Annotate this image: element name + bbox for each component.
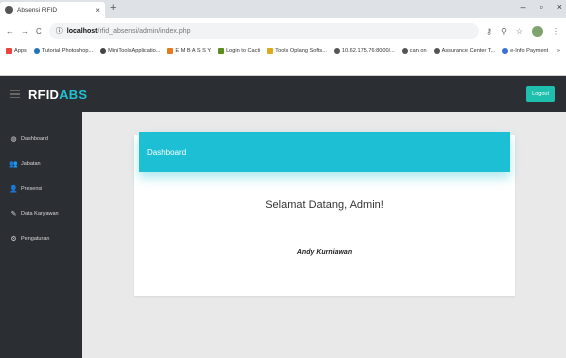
gear-icon: ⚙ (10, 235, 17, 243)
zoom-icon[interactable]: ⚲ (501, 27, 507, 36)
tab-title: Absensi RFID (17, 6, 58, 14)
card-header: Dashboard (139, 132, 510, 172)
sidebar-item-presensi[interactable]: 👤 Presensi (0, 176, 82, 201)
sidebar-item-label: Data Karyawan (21, 210, 59, 217)
reload-icon[interactable]: C (36, 27, 42, 36)
bookmark-icon (267, 48, 274, 54)
bookmark-icon (218, 48, 225, 54)
url-bar[interactable]: ⓘ localhost/rfid_absensi/admin/index.php (48, 23, 480, 39)
bookmark-icon (502, 48, 509, 54)
maximize-button[interactable]: ▫ (540, 2, 543, 12)
globe-icon (333, 48, 340, 54)
bookmark-item[interactable]: Login to Cacti (218, 48, 260, 54)
bookmarks-more-button[interactable]: » (557, 48, 560, 54)
sidebar-item-dashboard[interactable]: ◍ Dashboard (0, 126, 82, 151)
minimize-button[interactable]: – (521, 2, 526, 12)
bookmark-item[interactable]: MiniToolsApplicatio... (100, 48, 160, 54)
extension-icon[interactable] (532, 25, 543, 37)
hamburger-menu-icon[interactable] (10, 89, 20, 99)
bookmarks-bar: Apps Tutorial Photoshop... MiniToolsAppl… (0, 44, 566, 76)
url-host: localhost (66, 27, 98, 35)
sidebar-item-label: Pengaturan (21, 235, 50, 242)
brand-logo[interactable]: RFIDABS (28, 87, 87, 102)
dashboard-icon: ◍ (10, 135, 17, 143)
bookmark-apps[interactable]: Apps (6, 48, 27, 54)
forward-arrow-icon[interactable]: → (21, 27, 29, 36)
sidebar-item-label: Dashboard (21, 135, 48, 142)
browser-tab[interactable]: Absensi RFID × (0, 2, 105, 18)
back-arrow-icon[interactable]: ← (6, 27, 14, 36)
url-path: /rfid_absensi/admin/index.php (97, 27, 191, 35)
app-header: RFIDABS Logout (0, 76, 566, 112)
toolbar-right-icons: ⚷ ⚲ ☆ ⋮ (486, 25, 560, 37)
edit-icon: ✎ (10, 210, 17, 218)
globe-icon (433, 48, 440, 54)
bookmark-icon (100, 48, 107, 54)
logout-button[interactable]: Logout (526, 86, 555, 102)
sidebar-item-data-karyawan[interactable]: ✎ Data Karyawan (0, 201, 82, 226)
bookmark-icon (33, 48, 40, 54)
sidebar-item-jabatan[interactable]: 👥 Jabatan (0, 151, 82, 176)
window-controls: – ▫ × (521, 2, 562, 12)
sidebar: ◍ Dashboard 👥 Jabatan 👤 Presensi ✎ Data … (0, 112, 82, 358)
page-favicon-icon (5, 6, 13, 14)
dashboard-card: Dashboard Selamat Datang, Admin! Andy Ku… (134, 132, 515, 296)
main-content: Dashboard Selamat Datang, Admin! Andy Ku… (82, 112, 566, 358)
apps-grid-icon (6, 48, 12, 54)
info-icon[interactable]: ⓘ (56, 26, 63, 36)
user-name: Andy Kurniawan (296, 249, 353, 256)
star-icon[interactable]: ☆ (516, 27, 523, 36)
bookmark-item[interactable]: E M B A S S Y (167, 48, 211, 54)
bookmark-icon (167, 48, 174, 54)
bookmark-item[interactable]: Tutorial Photoshop... (33, 48, 93, 54)
bookmark-item[interactable]: Assurance Center T... (433, 48, 495, 54)
sidebar-item-label: Jabatan (21, 160, 41, 167)
globe-icon (401, 48, 408, 54)
welcome-message: Selamat Datang, Admin! (265, 199, 384, 211)
user-icon: 👤 (9, 185, 18, 193)
address-toolbar: ← → C ⓘ localhost/rfid_absensi/admin/ind… (0, 18, 566, 44)
close-window-button[interactable]: × (557, 2, 562, 12)
bookmark-item[interactable]: e-Info Payment (502, 48, 548, 54)
bookmark-item[interactable]: 10.62.175.76:8000/... (333, 48, 395, 54)
browser-tab-bar: Absensi RFID × + – ▫ × (0, 0, 566, 18)
new-tab-button[interactable]: + (110, 2, 116, 14)
users-icon: 👥 (9, 160, 18, 168)
sidebar-item-pengaturan[interactable]: ⚙ Pengaturan (0, 226, 82, 251)
bookmark-item[interactable]: Tools Oplang Softs... (267, 48, 327, 54)
tab-close-icon[interactable]: × (95, 6, 100, 15)
sidebar-item-label: Presensi (21, 185, 43, 192)
bookmark-item[interactable]: can on (401, 48, 427, 54)
menu-kebab-icon[interactable]: ⋮ (552, 27, 560, 36)
key-icon[interactable]: ⚷ (486, 27, 492, 36)
